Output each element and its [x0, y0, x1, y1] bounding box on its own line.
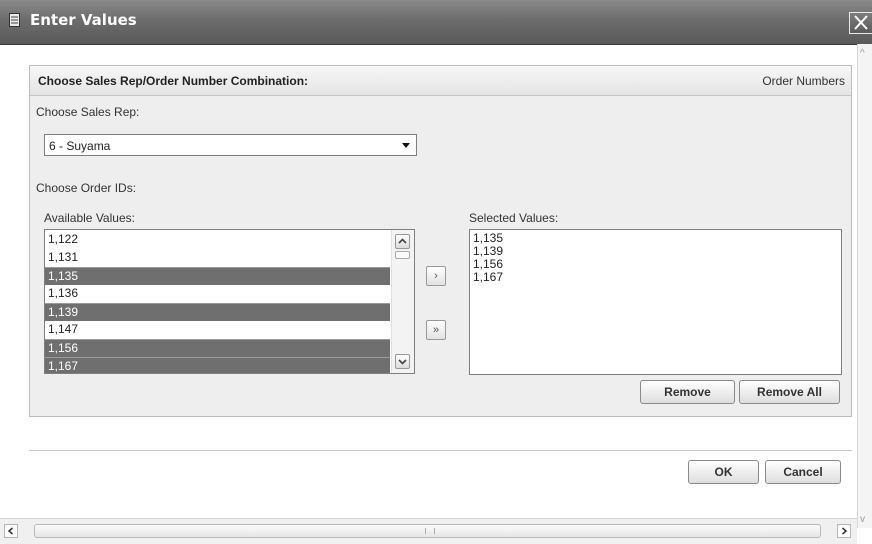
scroll-up-button[interactable]: [395, 234, 410, 249]
document-icon: [9, 13, 20, 27]
list-item[interactable]: 1,136: [45, 285, 390, 303]
sales-rep-value: 6 - Suyama: [49, 139, 111, 153]
chevron-right-icon: [842, 527, 848, 535]
list-item[interactable]: 1,147: [45, 321, 390, 339]
available-values-list: 1,122 1,131 1,135 1,136 1,139 1,147 1,156 1,167: [45, 230, 414, 373]
window-horizontal-scrollbar[interactable]: [0, 518, 857, 544]
sales-rep-label: Choose Sales Rep:: [36, 105, 140, 119]
close-button[interactable]: [849, 12, 872, 34]
list-item[interactable]: 1,122: [45, 231, 390, 249]
sales-rep-order-panel: Choose Sales Rep/Order Number Combinatio…: [29, 65, 852, 417]
move-all-button[interactable]: »: [426, 320, 446, 340]
close-icon: [854, 15, 868, 30]
scroll-thumb[interactable]: [34, 524, 821, 538]
sales-rep-select[interactable]: 6 - Suyama: [44, 134, 417, 156]
order-ids-label: Choose Order IDs:: [36, 181, 137, 195]
move-selected-button[interactable]: ›: [426, 266, 446, 286]
scroll-right-button[interactable]: [837, 524, 851, 538]
scroll-down-button[interactable]: [395, 354, 410, 369]
window-vertical-scrollbar[interactable]: ^ v: [857, 44, 872, 528]
list-item[interactable]: 1,135: [45, 267, 390, 285]
list-item[interactable]: 1,156: [45, 339, 390, 357]
chevron-up-icon: [398, 238, 407, 244]
list-item[interactable]: 1,131: [45, 249, 390, 267]
selected-values-list: 1,135 1,139 1,156 1,167: [470, 230, 841, 284]
list-item[interactable]: 1,139: [470, 245, 841, 258]
grip-icon: [425, 528, 435, 534]
chevron-down-icon: [398, 359, 407, 365]
available-values-listbox[interactable]: 1,122 1,131 1,135 1,136 1,139 1,147 1,156 1,167: [44, 229, 415, 374]
list-item[interactable]: 1,135: [470, 232, 841, 245]
chevron-down-icon: [402, 143, 410, 148]
dialog-title: Enter Values: [30, 11, 137, 29]
remove-button[interactable]: Remove: [640, 380, 735, 404]
list-item[interactable]: 1,167: [470, 271, 841, 284]
title-bar: Enter Values: [0, 0, 872, 45]
dropdown-arrow-button[interactable]: [397, 136, 415, 154]
list-item[interactable]: 1,139: [45, 303, 390, 321]
remove-all-button[interactable]: Remove All: [739, 380, 840, 404]
selected-values-label: Selected Values:: [469, 211, 559, 225]
order-numbers-label: Order Numbers: [762, 74, 845, 88]
ok-button[interactable]: OK: [688, 460, 759, 484]
chevron-down-icon[interactable]: v: [860, 514, 865, 525]
chevron-up-icon[interactable]: ^: [860, 48, 865, 59]
selected-values-listbox[interactable]: 1,135 1,139 1,156 1,167: [469, 229, 842, 375]
panel-header: Choose Sales Rep/Order Number Combinatio…: [30, 66, 851, 96]
divider: [29, 450, 852, 451]
scroll-left-button[interactable]: [4, 524, 18, 538]
list-item[interactable]: 1,156: [470, 258, 841, 271]
cancel-button[interactable]: Cancel: [765, 460, 841, 484]
available-values-label: Available Values:: [44, 211, 135, 225]
list-item[interactable]: 1,167: [45, 357, 390, 373]
scroll-thumb[interactable]: [395, 251, 410, 259]
listbox-scrollbar[interactable]: [391, 230, 414, 373]
chevron-left-icon: [7, 527, 13, 535]
panel-title: Choose Sales Rep/Order Number Combinatio…: [38, 74, 309, 88]
